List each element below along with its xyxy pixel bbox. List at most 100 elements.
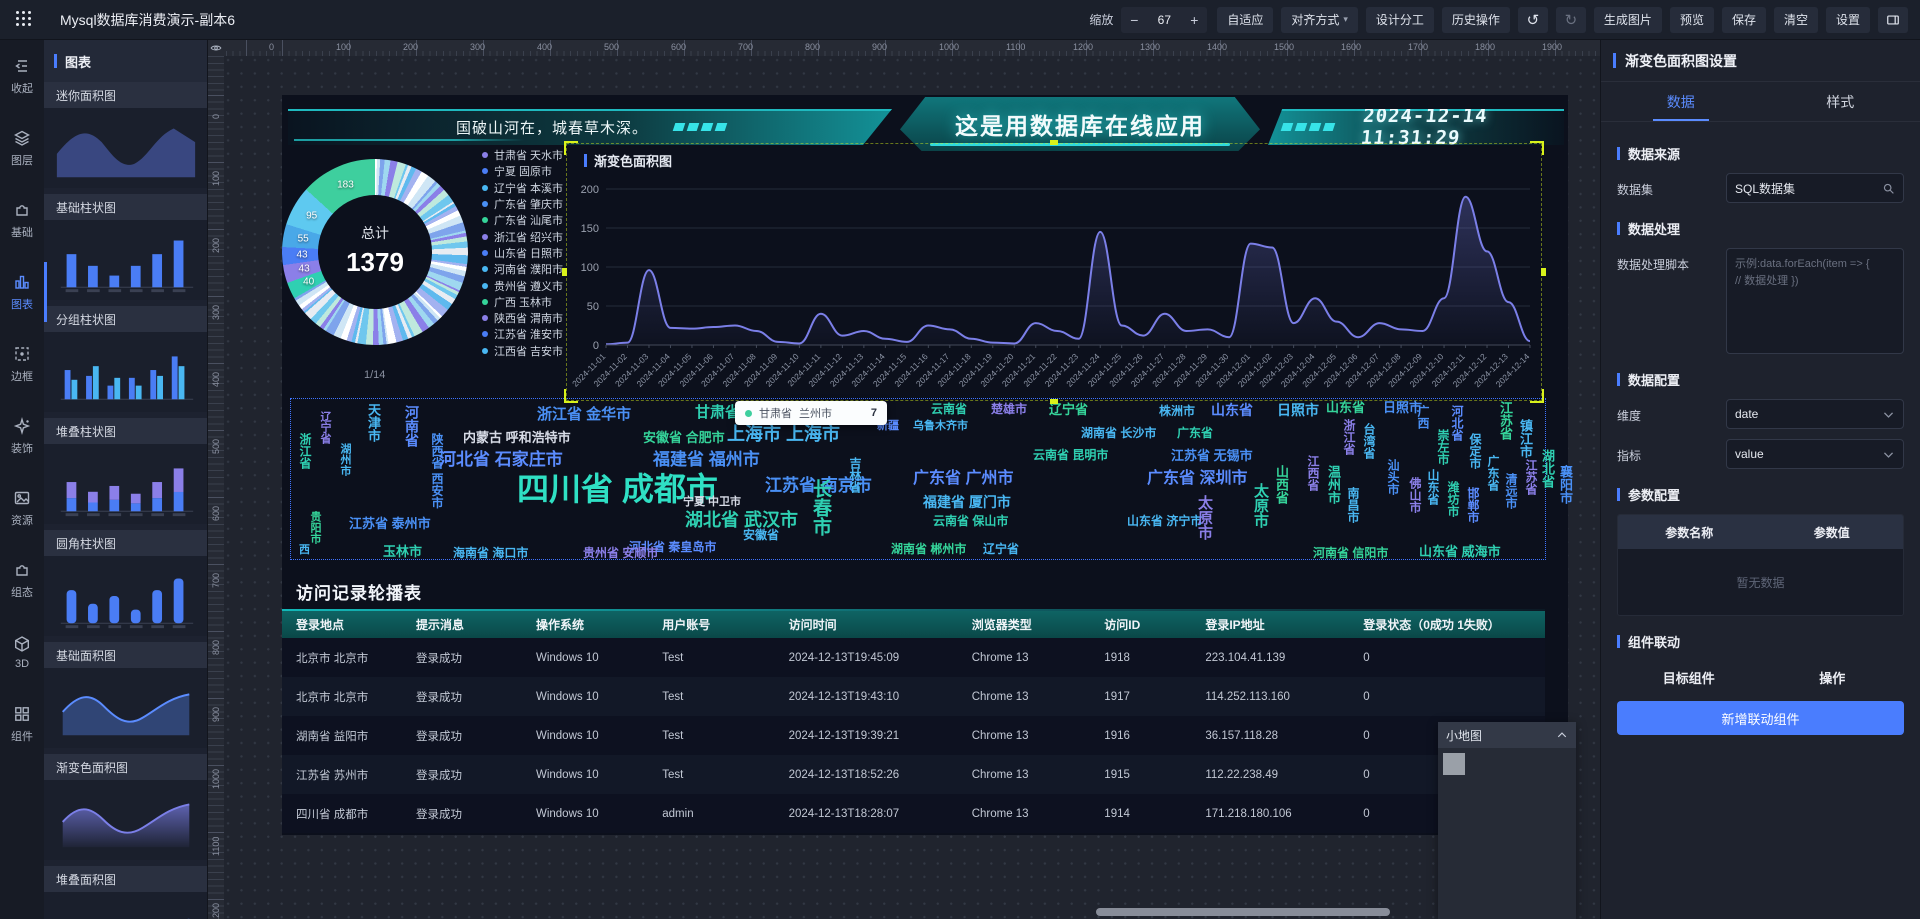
- add-linkage-button[interactable]: 新增联动组件: [1617, 701, 1904, 735]
- table-cell: 114.252.113.160: [1191, 691, 1349, 703]
- chart-item-thumbnail[interactable]: [44, 668, 207, 748]
- chart-item-label[interactable]: 基础柱状图: [44, 194, 207, 220]
- sidebar-item-basic[interactable]: 基础: [0, 184, 44, 256]
- horizontal-scrollbar-thumb[interactable]: [1096, 908, 1390, 916]
- search-icon[interactable]: [1882, 182, 1895, 195]
- dashboard-design-surface[interactable]: 国破山河在，城春草木深。 这是用数据库在线应用 2024-12-14 11:31…: [282, 95, 1568, 835]
- dimension-value: date: [1735, 407, 1882, 421]
- chart-item-thumbnail[interactable]: [44, 556, 207, 636]
- selection-handle[interactable]: [562, 268, 567, 276]
- selection-corner[interactable]: [1530, 141, 1544, 155]
- chart-library-item-area[interactable]: 基础面积图: [44, 642, 207, 748]
- chart-library-item-stackarea[interactable]: 堆叠面积图: [44, 866, 207, 919]
- generate-image-button[interactable]: 生成图片: [1594, 7, 1662, 33]
- donut-slice-label: 43: [299, 264, 310, 275]
- wordcloud-word: 江西省: [1307, 455, 1319, 491]
- chart-item-thumbnail[interactable]: [44, 332, 207, 412]
- minimap-header[interactable]: 小地图: [1438, 722, 1576, 748]
- selection-handle[interactable]: [1050, 140, 1058, 145]
- sidebar-item-component[interactable]: 组件: [0, 688, 44, 760]
- dimension-select[interactable]: date: [1726, 399, 1904, 429]
- sidebar-item-layers[interactable]: 图层: [0, 112, 44, 184]
- sidebar-item-widget[interactable]: 组态: [0, 544, 44, 616]
- sidebar-item-decor[interactable]: 装饰: [0, 400, 44, 472]
- fit-button[interactable]: 自适应: [1217, 7, 1273, 33]
- minimap-title: 小地图: [1446, 727, 1482, 744]
- eye-icon: [210, 42, 222, 54]
- design-division-button[interactable]: 设计分工: [1366, 7, 1434, 33]
- gradient-area-chart-component[interactable]: 渐变色面积图 0501001502002024-11-012024-11-022…: [566, 143, 1542, 401]
- selection-corner[interactable]: [564, 389, 578, 403]
- ruler-number: 0: [269, 42, 274, 52]
- vertical-ruler: 0100200300400500600700800900100011001200: [208, 56, 224, 919]
- chart-library-item-miniarea[interactable]: 迷你面积图: [44, 82, 207, 188]
- wordcloud-word: 江苏省: [1499, 401, 1512, 440]
- banner-clock-component[interactable]: 2024-12-14 11:31:29: [1268, 109, 1564, 145]
- table-cell: 0: [1349, 691, 1545, 703]
- visit-log-table-component[interactable]: 访问记录轮播表 登录地点提示消息操作系统用户账号访问时间浏览器类型访问ID登录I…: [282, 573, 1545, 833]
- chart-item-label[interactable]: 圆角柱状图: [44, 530, 207, 556]
- sidebar-item-threed[interactable]: 3D: [0, 616, 44, 688]
- sidebar-item-collapse[interactable]: 收起: [0, 40, 44, 112]
- selection-handle[interactable]: [1050, 399, 1058, 404]
- tab-style[interactable]: 样式: [1761, 82, 1920, 121]
- chart-library-item-gradarea[interactable]: 渐变色面积图: [44, 754, 207, 860]
- chart-item-thumbnail[interactable]: [44, 892, 207, 919]
- tooltip-series-dot: [745, 410, 752, 417]
- zoom-out-button[interactable]: −: [1121, 7, 1147, 33]
- design-canvas[interactable]: 0100200300400500600700800900100011001200…: [208, 40, 1600, 919]
- metric-select[interactable]: value: [1726, 439, 1904, 469]
- save-button[interactable]: 保存: [1722, 7, 1766, 33]
- undo-button[interactable]: ↺: [1518, 7, 1548, 33]
- zoom-in-button[interactable]: +: [1181, 7, 1207, 33]
- chart-item-thumbnail[interactable]: [44, 780, 207, 860]
- collapse-panel-button[interactable]: [1878, 7, 1908, 33]
- chart-item-label[interactable]: 分组柱状图: [44, 306, 207, 332]
- app-grid-icon[interactable]: [16, 11, 34, 29]
- chart-item-label[interactable]: 堆叠柱状图: [44, 418, 207, 444]
- chart-item-thumbnail[interactable]: [44, 220, 207, 300]
- wordcloud-word: 保定市: [1469, 433, 1481, 469]
- chart-library-item-bar[interactable]: 基础柱状图: [44, 194, 207, 300]
- chart-library-item-stackbar[interactable]: 堆叠柱状图: [44, 418, 207, 524]
- script-textarea[interactable]: 示例:data.forEach(item => { // 数据处理 }): [1726, 248, 1904, 354]
- pie-chart-component[interactable]: 4043435595183 总计 1379 甘肃省 天水市宁夏 固原市辽宁省 本…: [282, 157, 560, 397]
- chart-item-label[interactable]: 渐变色面积图: [44, 754, 207, 780]
- wordcloud-component[interactable]: 天津市河南省辽宁省浙江省湖州市陕西省 西安市浙江省 金华市甘肃省南宁市新疆乌鲁木…: [290, 398, 1546, 560]
- dataset-input[interactable]: SQL数据集: [1726, 173, 1904, 203]
- selection-handle[interactable]: [1541, 268, 1546, 276]
- chevron-up-icon[interactable]: [1556, 729, 1568, 741]
- chart-library-item-roundbar[interactable]: 圆角柱状图: [44, 530, 207, 636]
- align-dropdown[interactable]: 对齐方式▾: [1281, 7, 1358, 33]
- ruler-number: 1600: [1341, 42, 1361, 52]
- ruler-number: 400: [537, 42, 552, 52]
- selection-corner[interactable]: [1530, 389, 1544, 403]
- chart-item-label[interactable]: 基础面积图: [44, 642, 207, 668]
- settings-button[interactable]: 设置: [1826, 7, 1870, 33]
- chart-item-label[interactable]: 迷你面积图: [44, 82, 207, 108]
- chart-item-thumbnail[interactable]: [44, 108, 207, 188]
- preview-button[interactable]: 预览: [1670, 7, 1714, 33]
- selection-corner[interactable]: [564, 141, 578, 155]
- sidebar-item-resource[interactable]: 资源: [0, 472, 44, 544]
- sidebar-item-border[interactable]: 边框: [0, 328, 44, 400]
- redo-button[interactable]: ↻: [1556, 7, 1586, 33]
- chart-item-label[interactable]: 堆叠面积图: [44, 866, 207, 892]
- zoom-value[interactable]: 67: [1147, 13, 1181, 27]
- clear-button[interactable]: 清空: [1774, 7, 1818, 33]
- minimap-body[interactable]: [1438, 748, 1576, 919]
- chart-library-item-groupbar[interactable]: 分组柱状图: [44, 306, 207, 412]
- table-cell: 北京市 北京市: [282, 650, 402, 666]
- ruler-corner[interactable]: [208, 40, 224, 56]
- history-button[interactable]: 历史操作: [1442, 7, 1510, 33]
- tab-data[interactable]: 数据: [1601, 82, 1761, 121]
- table-cell: 登录成功: [402, 806, 522, 822]
- chart-item-thumbnail[interactable]: [44, 444, 207, 524]
- table-cell: 36.157.118.28: [1191, 730, 1349, 742]
- wordcloud-word: 江苏省 泰州市: [349, 517, 431, 530]
- minimap-viewport[interactable]: [1443, 753, 1465, 775]
- wordcloud-word: 山西省: [1275, 465, 1288, 504]
- sidebar-item-charts[interactable]: 图表: [0, 256, 44, 328]
- table-cell: Test: [648, 730, 774, 742]
- charts-icon: [13, 273, 31, 291]
